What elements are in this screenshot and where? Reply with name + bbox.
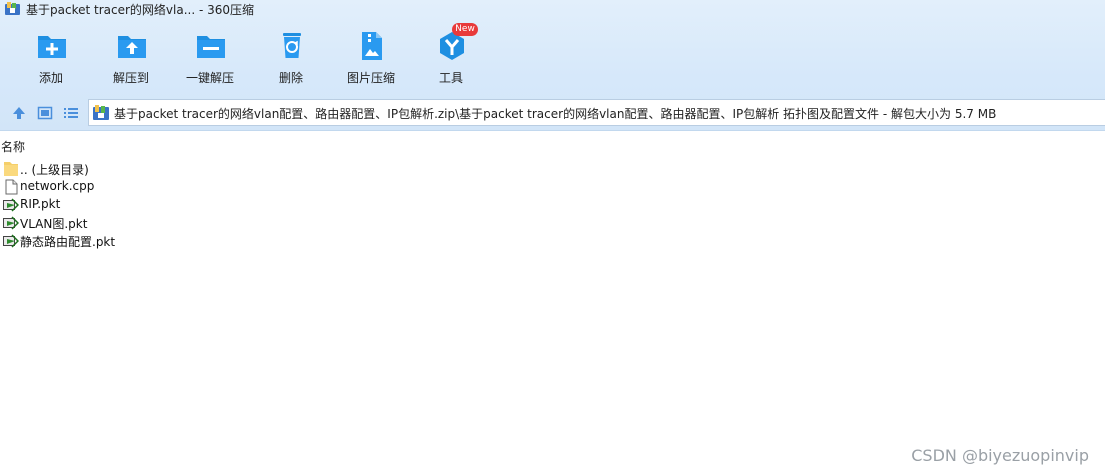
image-compress-label: 图片压缩 — [346, 71, 395, 85]
image-compress-button[interactable]: 图片压缩 — [331, 26, 411, 88]
list-item-vlan-pkt[interactable]: VLAN图.pkt — [0, 214, 300, 232]
path-bar[interactable]: 基于packet tracer的网络vlan配置、路由器配置、IP包解析.zip… — [88, 99, 1105, 126]
add-folder-icon — [38, 36, 66, 58]
file-name: .. (上级目录) — [20, 163, 89, 177]
window-title: 基于packet tracer的网络vla... - 360压缩 — [26, 3, 254, 17]
toolbar: 添加 解压到 一键解压 删除 图片压缩 工具 — [0, 26, 520, 90]
extract-to-button[interactable]: 解压到 — [91, 26, 171, 88]
ribbon-area: 基于packet tracer的网络vla... - 360压缩 添加 解压到 — [0, 0, 1105, 131]
one-click-extract-button[interactable]: 一键解压 — [170, 26, 250, 88]
new-badge: New — [452, 23, 478, 36]
packet-tracer-file-icon — [3, 234, 19, 248]
file-name: 静态路由配置.pkt — [20, 235, 116, 249]
file-name: VLAN图.pkt — [20, 217, 88, 231]
add-label: 添加 — [38, 71, 63, 85]
app-logo-icon — [5, 2, 20, 15]
add-button[interactable]: 添加 — [11, 26, 91, 88]
watermark: CSDN @biyezuopinvip — [911, 446, 1089, 465]
column-header: 名称 — [0, 135, 1105, 157]
file-name: network.cpp — [20, 179, 95, 193]
zip-archive-icon — [93, 105, 109, 120]
extract-to-label: 解压到 — [112, 71, 149, 85]
column-name-header[interactable]: 名称 — [1, 138, 25, 155]
path-text: 基于packet tracer的网络vlan配置、路由器配置、IP包解析.zip… — [114, 107, 997, 121]
list-item-parent-directory[interactable]: .. (上级目录) — [0, 160, 300, 178]
navigation-bar: 基于packet tracer的网络vlan配置、路由器配置、IP包解析.zip… — [0, 97, 1105, 128]
extract-to-icon — [118, 36, 146, 58]
one-click-extract-label: 一键解压 — [185, 71, 234, 85]
document-icon — [5, 179, 18, 195]
packet-tracer-file-icon — [3, 216, 19, 230]
one-click-extract-icon — [197, 36, 225, 58]
list-item-network-cpp[interactable]: network.cpp — [0, 178, 300, 196]
folder-icon — [4, 162, 18, 176]
delete-label: 删除 — [278, 71, 303, 85]
image-compress-icon — [362, 32, 382, 60]
tools-button[interactable]: 工具 — [411, 26, 491, 88]
list-item-static-routing-pkt[interactable]: 静态路由配置.pkt — [0, 232, 300, 250]
up-arrow-icon[interactable] — [11, 105, 27, 121]
delete-button[interactable]: 删除 — [251, 26, 331, 88]
file-name: RIP.pkt — [20, 197, 61, 211]
list-item-rip-pkt[interactable]: RIP.pkt — [0, 196, 300, 214]
list-view-icon[interactable] — [63, 105, 79, 121]
tools-label: 工具 — [438, 71, 463, 85]
title-bar: 基于packet tracer的网络vla... - 360压缩 — [0, 0, 1105, 18]
packet-tracer-file-icon — [3, 198, 19, 212]
thumbnail-view-icon[interactable] — [37, 105, 53, 121]
recycle-bin-icon — [283, 33, 301, 58]
